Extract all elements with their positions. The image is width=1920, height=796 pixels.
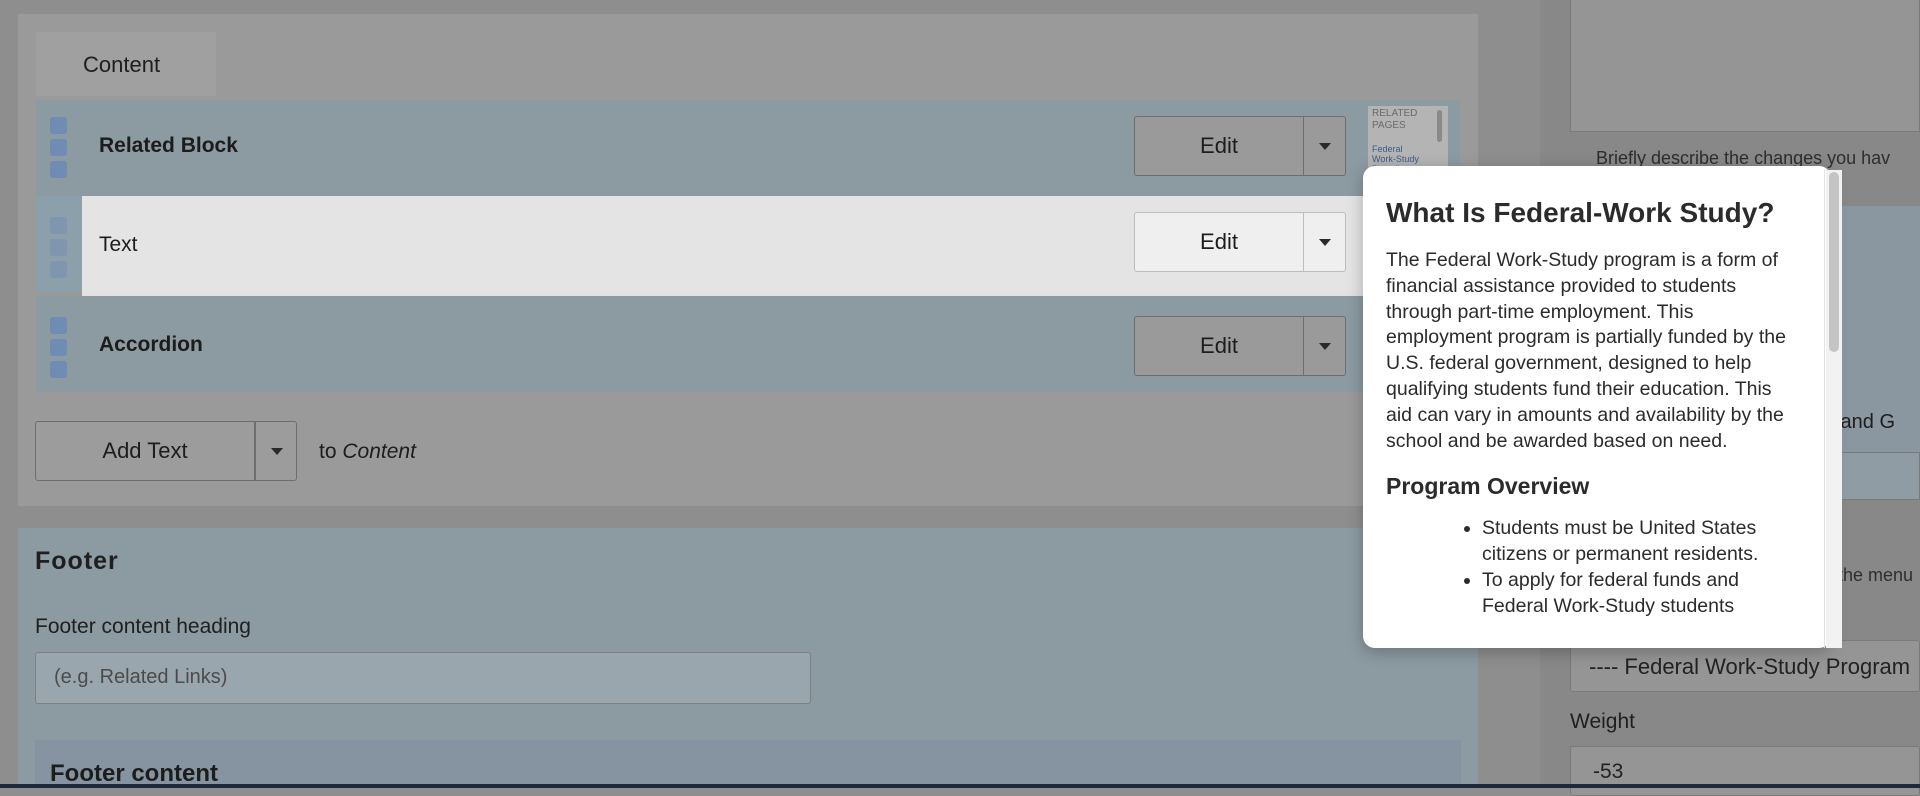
edit-button[interactable]: Edit — [1134, 212, 1304, 272]
edit-dropdown-toggle[interactable] — [1304, 316, 1346, 376]
weight-label: Weight — [1570, 710, 1635, 733]
row-label: Accordion — [99, 333, 203, 356]
drag-handle-icon[interactable] — [36, 196, 82, 292]
caret-down-icon — [1319, 343, 1331, 350]
drag-handle-icon[interactable] — [36, 296, 82, 392]
preview-subheading: Program Overview — [1386, 473, 1590, 500]
add-target-text: to Content — [319, 440, 416, 464]
drag-handle-icon[interactable] — [36, 100, 82, 196]
tab-content-label: Content — [83, 52, 161, 77]
edit-button[interactable]: Edit — [1134, 316, 1304, 376]
thumbnail-scrollbar — [1437, 110, 1442, 142]
thumbnail-link: Federal Work-Study Payroll — [1372, 144, 1419, 168]
weight-input[interactable]: -53 — [1570, 746, 1920, 796]
add-text-button[interactable]: Add Text — [35, 421, 255, 481]
bottom-edge-bar — [0, 784, 1920, 788]
footer-content-box — [35, 740, 1461, 788]
row-label: Related Block — [99, 134, 238, 157]
edit-dropdown-toggle[interactable] — [1304, 212, 1346, 272]
paragraph-row-accordion[interactable]: Accordion Edit — [36, 296, 1460, 392]
add-target-prefix: to — [319, 440, 337, 463]
list-item: To apply for federal funds and Federal W… — [1482, 568, 1794, 620]
footer-heading-input[interactable]: (e.g. Related Links) — [35, 652, 811, 704]
related-pages-thumbnail: RELATED PAGES Federal Work-Study Payroll — [1368, 106, 1448, 168]
edit-button[interactable]: Edit — [1134, 116, 1304, 176]
row-label: Text — [99, 233, 138, 256]
add-target-name: Content — [342, 440, 416, 463]
footer-title: Footer — [35, 547, 119, 575]
caret-down-icon — [271, 448, 283, 455]
menu-parent-hint: the menu — [1838, 565, 1914, 585]
preview-title: What Is Federal-Work Study? — [1386, 197, 1775, 228]
add-type-dropdown-toggle[interactable] — [255, 421, 297, 481]
preview-bullet-list: Students must be United States citizens … — [1386, 516, 1794, 619]
caret-down-icon — [1319, 143, 1331, 150]
preview-scrollbar-thumb[interactable] — [1829, 172, 1839, 352]
paragraph-row-related-block[interactable]: Related Block Edit — [36, 100, 1460, 196]
caret-down-icon — [1319, 239, 1331, 246]
revision-log-textarea[interactable] — [1570, 0, 1920, 132]
thumbnail-heading: RELATED PAGES — [1372, 108, 1418, 131]
tab-content[interactable]: Content — [36, 32, 216, 96]
preview-scrollbar-divider — [1824, 170, 1825, 648]
paragraph-row-text[interactable]: Text Edit — [36, 196, 1460, 292]
preview-paragraph: The Federal Work-Study program is a form… — [1386, 249, 1786, 452]
footer-heading-label: Footer content heading — [35, 615, 251, 638]
text-preview-popup: What Is Federal-Work Study? The Federal … — [1363, 166, 1831, 648]
list-item: Students must be United States citizens … — [1482, 516, 1794, 568]
edit-dropdown-toggle[interactable] — [1304, 116, 1346, 176]
